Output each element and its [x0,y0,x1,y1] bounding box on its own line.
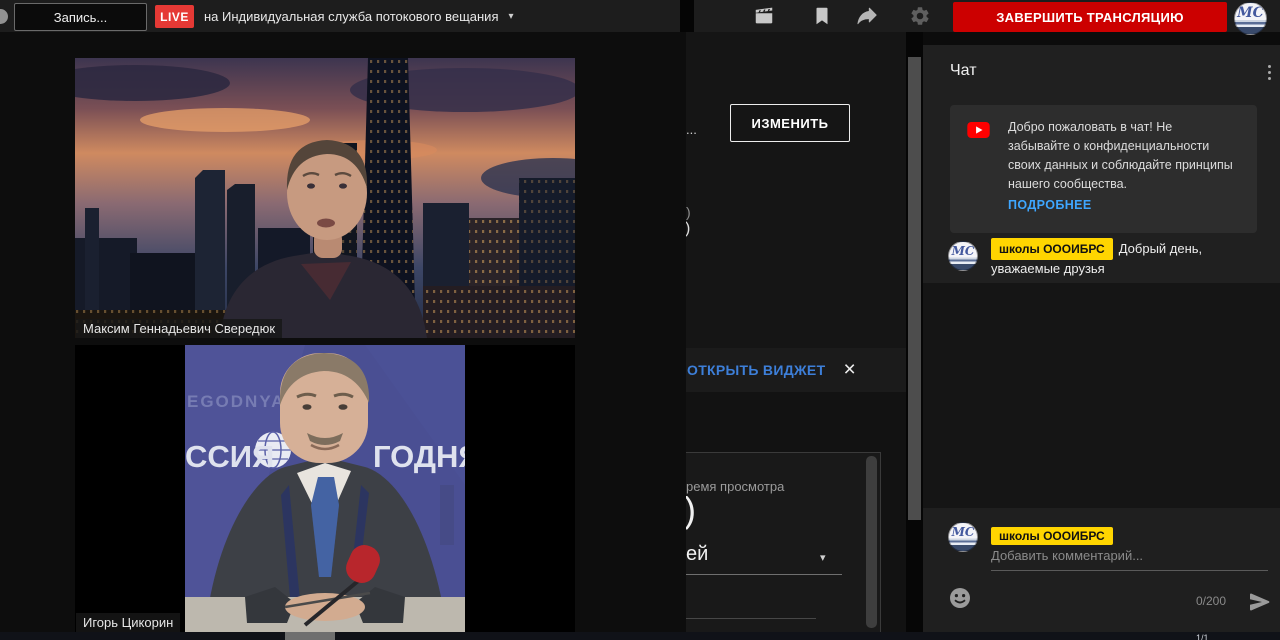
backdrop-text-left: ССИЯ [185,439,274,474]
edit-button[interactable]: ИЗМЕНИТЬ [730,104,850,142]
bottom-edge-strip: 1/1 [0,632,1280,640]
end-stream-button[interactable]: ЗАВЕРШИТЬ ТРАНСЛЯЦИЮ [953,2,1227,32]
recording-label: Запись... [54,10,108,25]
record-dot-icon [0,9,8,24]
studio-panel: ... ИЗМЕНИТЬ ) ) ОТКРЫТЬ ВИДЖЕТ × ремя п… [686,32,906,632]
video-feed-participant1: Максим Геннадьевич Свередюк [75,58,575,338]
cityscape-scene [75,58,575,338]
clapperboard-icon[interactable] [753,5,775,27]
self-author-badge: школы ОООИБРС [991,527,1113,545]
char-counter: 0/200 [1196,594,1226,608]
watch-time-label: ремя просмотра [686,479,784,494]
stats-scrollbar[interactable] [866,456,877,628]
chat-empty-area [923,283,1280,508]
widget-banner: ОТКРЫТЬ ВИДЖЕТ × [686,348,906,393]
gear-icon[interactable] [909,5,931,27]
chevron-down-icon[interactable]: ▾ [820,551,826,564]
close-icon[interactable]: × [843,360,855,380]
learn-more-link[interactable]: ПОДРОБНЕЕ [1008,198,1092,212]
chat-compose-area: МС школы ОООИБРС 0/200 [923,508,1280,632]
stats-dropdown-label: ей [686,543,708,566]
emoji-icon[interactable] [948,586,972,610]
screen: Запись... LIVE на Индивидуальная служба … [0,0,1280,640]
divider [686,574,842,575]
chat-menu-icon[interactable] [1263,65,1275,83]
stream-destination-select[interactable]: на Индивидуальная служба потокового веща… [204,0,514,32]
participant-name-tag: Игорь Цикорин [76,613,180,632]
video-call-window: Максим Геннадьевич Свередюк EGODNYA ССИЯ… [0,32,686,640]
clipped-counter-text: 1/1 [1196,633,1209,640]
bookmark-icon[interactable] [811,5,833,27]
page-scrollbar-thumb[interactable] [908,57,921,520]
chat-panel: Чат Добро пожаловать в чат! Не забывайте… [923,45,1280,632]
comment-input[interactable] [991,548,1268,571]
chat-title: Чат [950,62,977,80]
occluded-text-partial: ) [686,204,691,220]
backdrop-text-right: ГОДНЯ [373,439,465,474]
press-conference-photo: EGODNYA ССИЯ ГОДНЯ [185,345,465,632]
chat-author-badge: школы ОООИБРС [991,238,1113,260]
chat-welcome-text: Добро пожаловать в чат! Не забывайте о к… [1008,118,1233,194]
stats-card: ремя просмотра ) ей ▾ [686,452,881,633]
participant-name-tag: Максим Геннадьевич Свередюк [76,319,282,338]
top-bar: Запись... LIVE на Индивидуальная служба … [0,0,1280,32]
youtube-icon [967,122,990,138]
taskbar-highlight [285,632,335,640]
chat-message-content: школы ОООИБРСДобрый день, уважаемые друз… [991,238,1231,278]
backdrop-watermark: EGODNYA [187,392,285,411]
stream-title-partial: ... [686,122,697,137]
share-icon[interactable] [856,5,878,27]
video-feed-participant2: EGODNYA ССИЯ ГОДНЯ [75,345,575,640]
account-avatar[interactable]: МС [1234,2,1267,35]
self-avatar: МС [948,522,978,552]
chat-author-avatar: МС [948,241,978,271]
live-badge: LIVE [155,5,194,28]
open-widget-link[interactable]: ОТКРЫТЬ ВИДЖЕТ [687,362,825,378]
divider [686,618,816,619]
send-icon[interactable] [1248,590,1272,614]
window-edge [680,0,694,32]
chevron-down-icon: ▾ [508,11,513,22]
recording-indicator[interactable]: Запись... [14,3,147,31]
stream-destination-label: на Индивидуальная служба потокового веща… [204,9,498,24]
chat-welcome-card: Добро пожаловать в чат! Не забывайте о к… [950,105,1257,233]
